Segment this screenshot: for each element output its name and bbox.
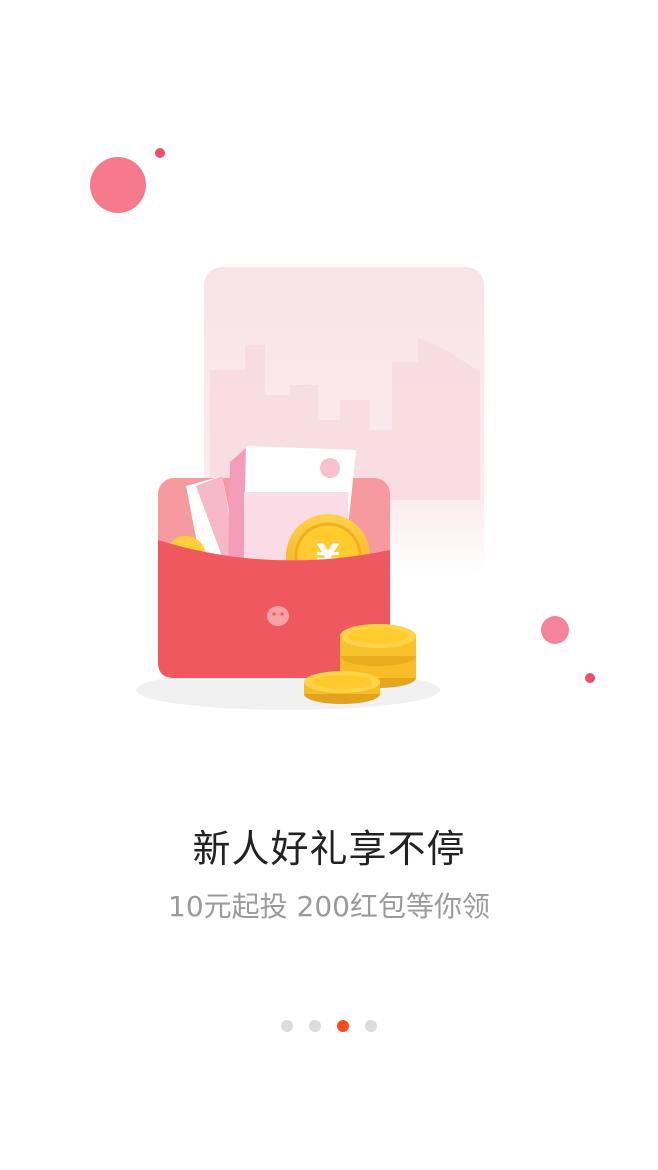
onboarding-screen: ¥ 新人好礼享不停 10元起投 200红包等你领 (0, 0, 658, 1170)
page-dot[interactable] (365, 1020, 377, 1032)
decor-circle-icon (90, 157, 146, 213)
page-indicator (0, 1020, 658, 1032)
page-title: 新人好礼享不停 (192, 827, 466, 871)
page-dot[interactable] (309, 1020, 321, 1032)
decor-circle-icon (585, 673, 595, 683)
decor-circle-icon (155, 148, 165, 158)
red-envelope-illustration: ¥ (90, 148, 595, 710)
page-dot-active[interactable] (337, 1020, 349, 1032)
decor-circle-icon (541, 616, 569, 644)
page-subtitle: 10元起投 200红包等你领 (168, 890, 490, 923)
page-dot[interactable] (281, 1020, 293, 1032)
